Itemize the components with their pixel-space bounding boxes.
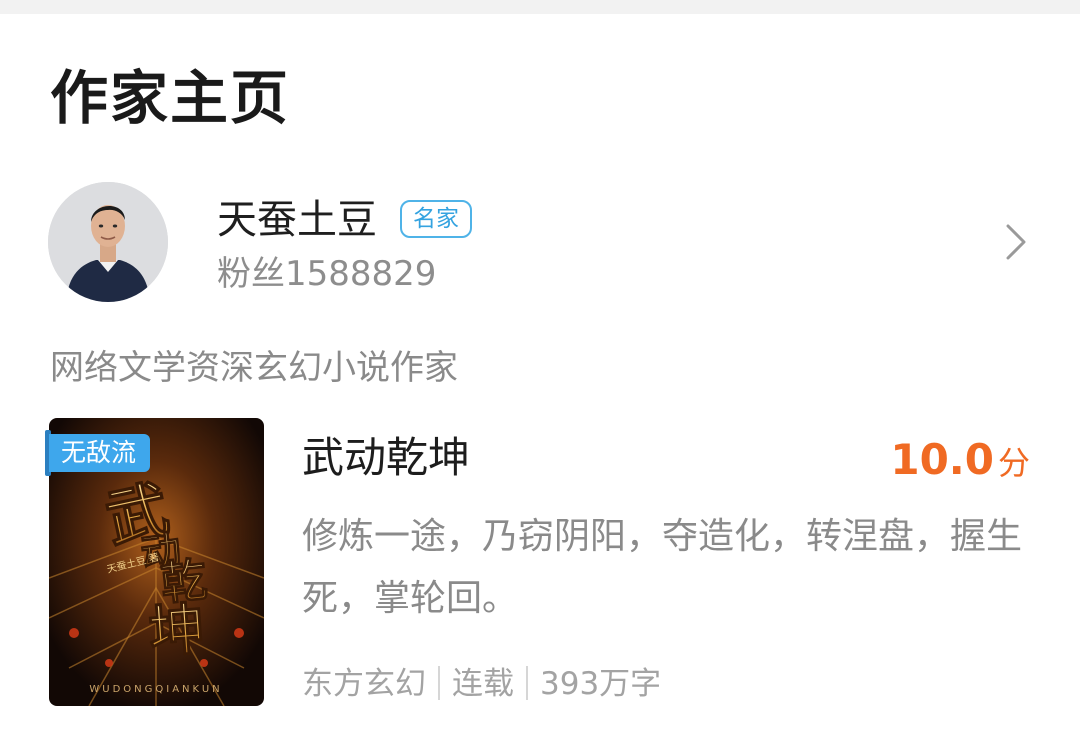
- fans-count: 粉丝1588829: [217, 254, 437, 294]
- author-badge: 名家: [400, 200, 472, 238]
- rating-value: 10.0: [890, 435, 994, 484]
- book-card[interactable]: 武 动 乾 坤 天蚕土豆 著 WUDONGQIANKUN 无敌流 武动乾坤 10…: [0, 418, 1080, 738]
- book-description: 修炼一途，乃窃阴阳，夺造化，转涅盘，握生死，掌轮回。: [302, 516, 1023, 619]
- page-title: 作家主页: [50, 64, 291, 132]
- author-avatar[interactable]: [48, 182, 168, 302]
- book-meta: 东方玄幻 连载 393万字: [302, 660, 661, 708]
- chevron-right-icon[interactable]: [998, 220, 1034, 264]
- author-bio: 网络文学资深玄幻小说作家: [50, 348, 458, 388]
- rating-unit: 分: [997, 444, 1030, 482]
- book-rating: 10.0 分: [890, 432, 1030, 497]
- meta-divider: [526, 666, 528, 700]
- author-row[interactable]: 天蚕土豆 名家 粉丝1588829: [0, 180, 1080, 305]
- book-category: 东方玄幻: [302, 666, 426, 702]
- book-title[interactable]: 武动乾坤: [302, 430, 470, 486]
- avatar-photo: [48, 182, 168, 302]
- genre-tag: 无敌流: [49, 434, 151, 472]
- svg-text:坤: 坤: [147, 596, 207, 666]
- book-word-count: 393万字: [540, 666, 662, 702]
- author-name: 天蚕土豆: [217, 197, 377, 243]
- book-status: 连载: [452, 666, 514, 702]
- status-bar-strip: [0, 0, 1080, 14]
- meta-divider: [438, 666, 440, 700]
- svg-text:WUDONGQIANKUN: WUDONGQIANKUN: [89, 684, 222, 695]
